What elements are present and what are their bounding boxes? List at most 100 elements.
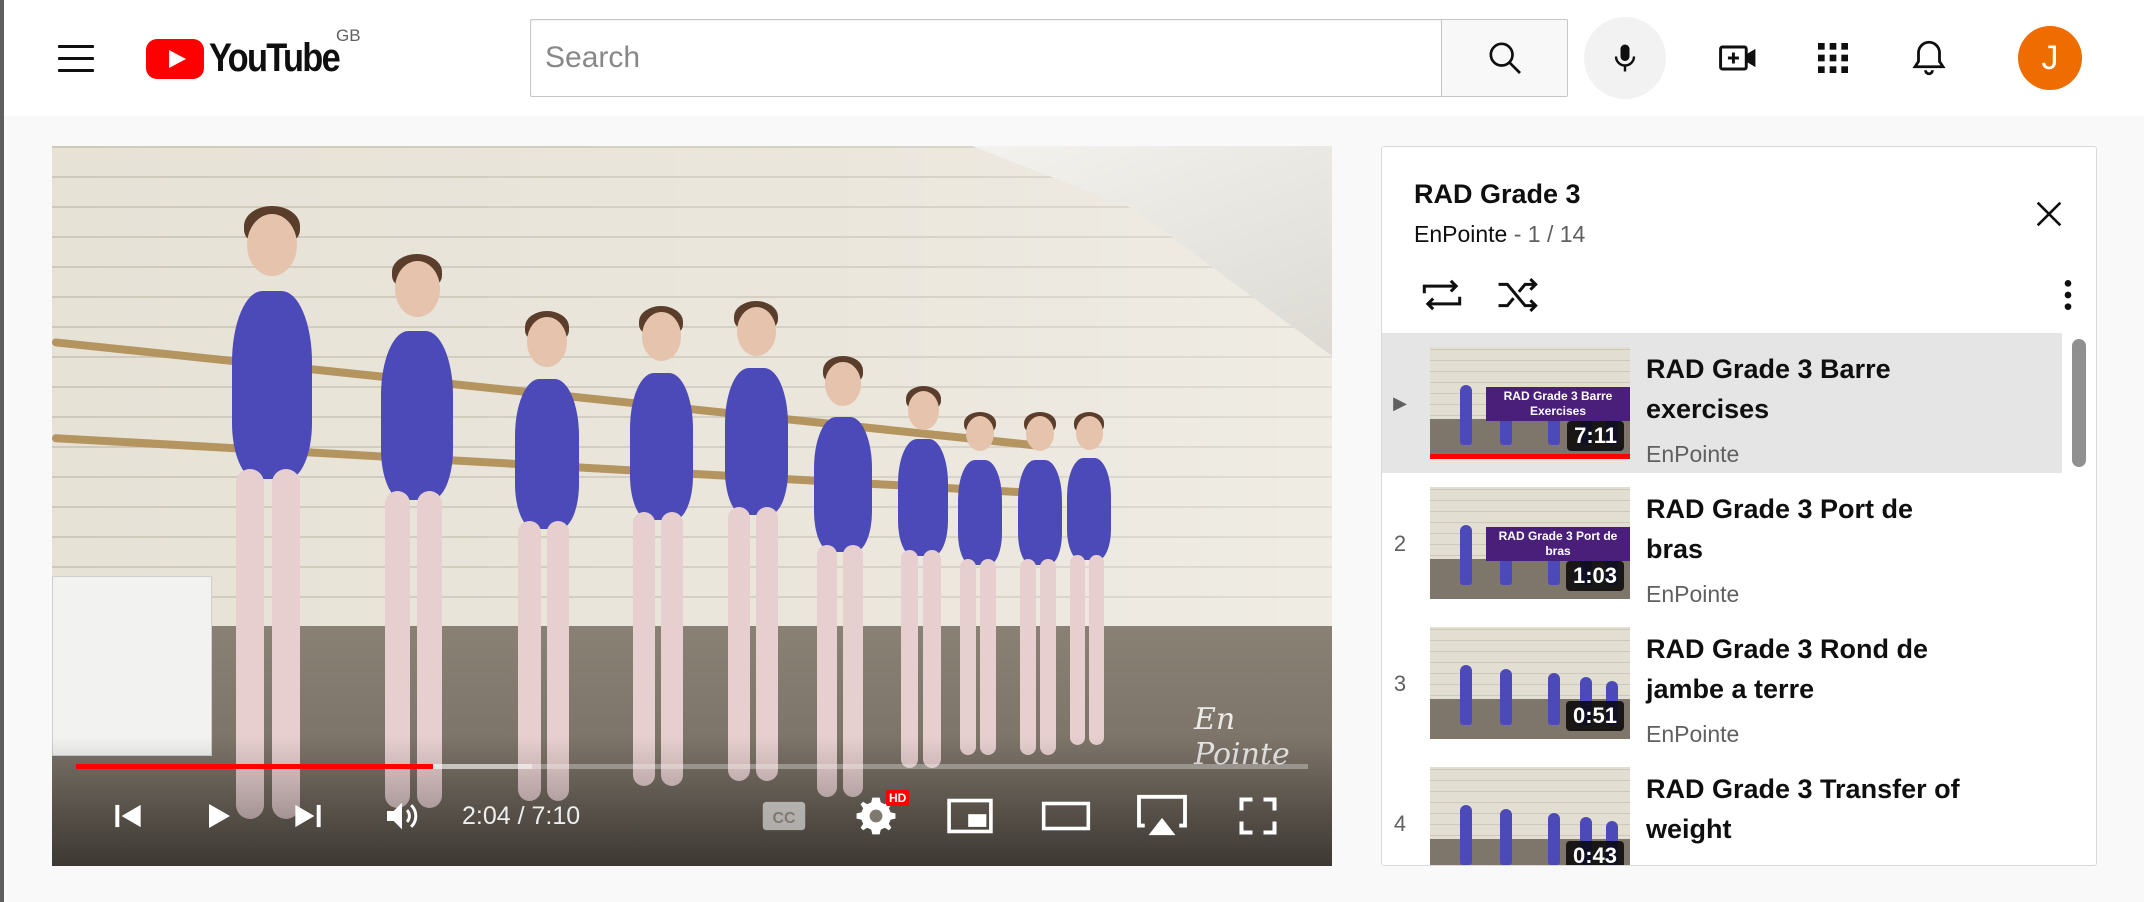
theater-mode-button[interactable] [1036,786,1096,846]
previous-button-wrap[interactable] [98,786,158,846]
playlist-item-thumbnail[interactable]: RAD Grade 3 Barre Exercises 7:11 [1430,347,1630,459]
subtitles-button[interactable]: CC [754,786,814,846]
hamburger-menu-icon[interactable] [48,30,104,86]
loop-playlist-button[interactable] [1412,265,1472,325]
playlist-item-thumbnail[interactable]: RAD Grade 3 Port de bras 1:03 [1430,487,1630,599]
create-video-icon [1719,45,1756,71]
thumbnail-figure [1548,813,1560,865]
dancer-figure [1062,412,1116,752]
dancer-figure [372,254,462,819]
mute-button[interactable] [372,786,432,846]
youtube-logo[interactable]: YouTube [146,36,360,81]
play-icon [209,804,230,828]
playlist-scrollbar[interactable] [2072,339,2086,467]
playlist-item-channel: EnPointe [1646,441,1740,467]
thumbnail-title-overlay: RAD Grade 3 Port de bras [1486,527,1630,561]
subtitles-icon: CC [762,801,806,831]
playlist-item-index: ▶ [1393,393,1407,413]
video-player[interactable]: En Pointe 2:04 / 7:10 CC HD [52,146,1332,866]
thumbnail-figure [1500,809,1512,865]
playlist-position: - 1 / 14 [1507,221,1586,247]
thumbnail-figure [1500,669,1512,725]
dancer-figure [622,306,700,796]
time-current: 2:04 [462,802,511,830]
time-total: 7:10 [531,802,581,830]
playlist-close-button[interactable] [2024,189,2074,239]
playlist-item-title[interactable]: RAD Grade 3 Transfer of weight [1646,769,1966,849]
window-edge [0,0,4,902]
create-button[interactable] [1706,26,1770,90]
next-icon [295,804,321,828]
avatar[interactable]: J [2018,26,2082,90]
thumbnail-title-overlay: RAD Grade 3 Barre Exercises [1486,387,1630,421]
notifications-button[interactable] [1897,26,1961,90]
playlist-item-thumbnail[interactable]: 0:51 [1430,627,1630,739]
miniplayer-icon [947,798,993,834]
playlist-panel: RAD Grade 3 EnPointe - 1 / 14 ▶ RAD Grade… [1381,146,2097,866]
progress-played [76,764,434,769]
close-icon [2036,201,2062,227]
time-separator: / [510,802,532,830]
playlist-item-title[interactable]: RAD Grade 3 Rond de jambe a terre [1646,629,1966,709]
play-button[interactable] [188,786,248,846]
airplay-button[interactable] [1132,786,1192,846]
miniplayer-button[interactable] [940,786,1000,846]
svg-text:CC: CC [773,810,796,827]
thumbnail-figure [1460,525,1472,585]
video-duration-badge: 0:43 [1565,841,1624,865]
search-box[interactable] [530,19,1442,97]
playlist-item[interactable]: 4 0:43 RAD Grade 3 Transfer of weight EnPoi… [1382,753,2062,865]
playlist-item-title[interactable]: RAD Grade 3 Barre exercises [1646,349,1966,429]
video-duration-badge: 0:51 [1565,701,1624,731]
playlist-item-channel: EnPointe [1646,861,1739,865]
playlist-item-thumbnail[interactable]: 0:43 [1430,767,1630,865]
search-icon [1489,42,1521,74]
playlist-item-title[interactable]: RAD Grade 3 Port de bras [1646,489,1966,569]
apps-button[interactable] [1801,26,1865,90]
shuffle-icon [1498,278,1538,312]
playlist-item-index: 4 [1393,811,1407,836]
playlist-subtitle: EnPointe - 1 / 14 [1414,221,1585,248]
playlist-item-channel: EnPointe [1646,581,1740,607]
loop-icon [1422,279,1462,311]
voice-search-button[interactable] [1584,17,1666,99]
time-display: 2:04 / 7:10 [462,802,580,831]
wall-heater [52,576,212,756]
dancer-figure [717,301,795,791]
playlist-title[interactable]: RAD Grade 3 [1414,179,1581,210]
progress-bar[interactable] [76,764,1308,769]
playlist-item-index: 2 [1393,531,1407,556]
thumbnail-figure [1548,673,1560,725]
apps-grid-icon [1818,43,1848,73]
video-duration-badge: 7:11 [1567,421,1624,451]
volume-icon [387,802,418,830]
thumbnail-figure [1460,385,1472,445]
shuffle-playlist-button[interactable] [1488,265,1548,325]
playlist-item[interactable]: 3 0:51 RAD Grade 3 Rond de jambe a terre En… [1382,613,2062,753]
youtube-play-logo-icon [146,38,204,79]
fullscreen-button[interactable] [1228,786,1288,846]
video-duration-badge: 1:03 [1565,561,1624,591]
playlist-more-button[interactable] [2038,265,2096,325]
search-input[interactable] [545,41,1442,75]
thumbnail-figure [1460,665,1472,725]
search-button[interactable] [1441,19,1568,97]
previous-icon [115,804,141,828]
fullscreen-icon [1239,797,1277,835]
more-vertical-icon [2064,280,2072,310]
next-button[interactable] [278,786,338,846]
playlist-item[interactable]: 2 RAD Grade 3 Port de bras 1:03 RAD Grade 3… [1382,473,2062,613]
playlist-item-channel: EnPointe [1646,721,1740,747]
microphone-icon [1614,44,1636,72]
dancer-figure [952,412,1008,762]
playlist-item-index: 3 [1393,671,1407,696]
dancer-figure [1012,412,1068,762]
airplay-icon [1137,794,1187,836]
playlist-item[interactable]: ▶ RAD Grade 3 Barre Exercises 7:11 RAD Grad… [1382,333,2062,473]
playlist-channel[interactable]: EnPointe [1414,221,1507,247]
watched-progress [1430,454,1630,459]
theater-mode-icon [1041,801,1091,831]
hd-badge: HD [886,790,910,806]
thumbnail-figure [1460,805,1472,865]
logo-text: YouTube [209,36,341,80]
